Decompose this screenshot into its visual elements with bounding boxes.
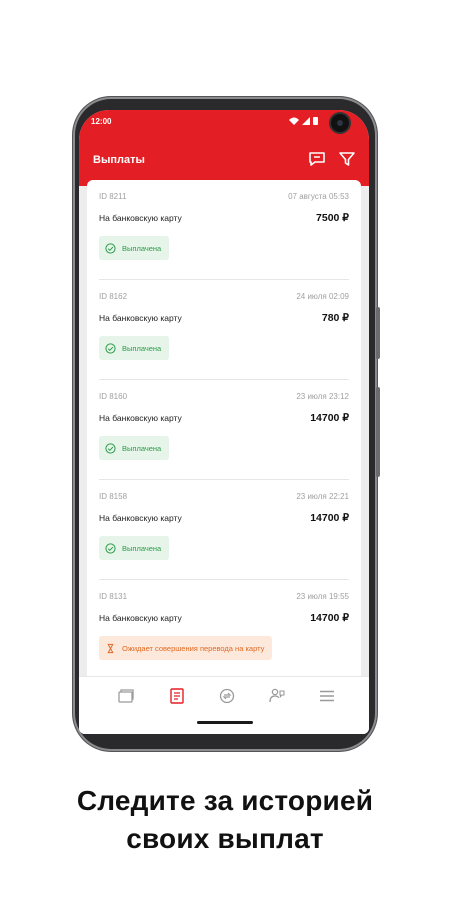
payout-type: На банковскую карту [99, 413, 182, 423]
status-badge: Выплачена [99, 236, 170, 260]
payout-amount: 14700 ₽ [310, 612, 349, 624]
payout-card[interactable]: ID 8158 23 июля 22:21 На банковскую карт… [87, 480, 361, 580]
menu-icon[interactable] [317, 686, 337, 706]
caption-line-1: Следите за историей [76, 785, 374, 816]
payout-type: На банковскую карту [99, 313, 182, 323]
status-text: Выплачена [122, 343, 162, 353]
payout-type: На банковскую карту [99, 513, 182, 523]
payout-type: На банковскую карту [99, 613, 182, 623]
payout-list: ID 8211 07 августа 05:53 На банковскую к… [87, 180, 361, 676]
battery-icon [313, 117, 318, 125]
payout-date: 23 июля 19:55 [296, 592, 349, 601]
payout-amount: 14700 ₽ [310, 512, 349, 524]
status-time: 12:00 [91, 117, 112, 126]
payout-card[interactable]: ID 8211 07 августа 05:53 На банковскую к… [87, 180, 361, 280]
payout-id: ID 8211 [99, 192, 127, 201]
phone-frame: 12:00 Выплаты ID 8211 07 августа 05:53 Н… [73, 97, 380, 751]
payout-id: ID 8160 [99, 392, 128, 401]
power-button [376, 307, 380, 359]
payout-card[interactable]: ID 8131 23 июля 19:55 На банковскую карт… [87, 580, 361, 676]
status-text: Ожидает совершения перевода на карту [122, 643, 265, 653]
check-circle-icon [105, 242, 116, 254]
status-text: Выплачена [122, 243, 162, 253]
payout-amount: 7500 ₽ [316, 212, 349, 224]
wallet-icon[interactable] [116, 686, 136, 706]
promo-caption: Следите за историей своих выплат [0, 782, 450, 858]
payout-type: На банковскую карту [99, 213, 182, 223]
phone-screen: 12:00 Выплаты ID 8211 07 августа 05:53 Н… [79, 110, 369, 734]
payout-id: ID 8162 [99, 292, 128, 301]
check-circle-icon [105, 542, 116, 554]
payout-date: 07 августа 05:53 [288, 192, 349, 201]
payout-amount: 14700 ₽ [310, 412, 349, 424]
volume-button [376, 387, 380, 477]
payout-card[interactable]: ID 8162 24 июля 02:09 На банковскую карт… [87, 280, 361, 380]
system-nav-bar [79, 714, 369, 734]
exchange-icon[interactable] [217, 686, 237, 706]
home-indicator[interactable] [197, 721, 253, 724]
front-camera [331, 114, 349, 132]
status-badge: Выплачена [99, 336, 170, 360]
payout-card[interactable]: ID 8160 23 июля 23:12 На банковскую карт… [87, 380, 361, 480]
bottom-tab-bar [79, 676, 369, 715]
chat-icon[interactable] [307, 149, 327, 169]
support-icon[interactable] [267, 686, 287, 706]
filter-icon[interactable] [337, 149, 357, 169]
status-text: Выплачена [122, 443, 162, 453]
status-icons [289, 117, 318, 125]
status-badge: Выплачена [99, 536, 170, 560]
status-badge: Выплачена [99, 436, 170, 460]
payout-id: ID 8131 [99, 592, 128, 601]
payout-amount: 780 ₽ [321, 312, 349, 324]
signal-icon [302, 117, 310, 125]
hourglass-icon [107, 643, 114, 653]
payout-id: ID 8158 [99, 492, 128, 501]
status-badge: Ожидает совершения перевода на карту [99, 636, 273, 660]
status-bar: 12:00 [79, 110, 369, 136]
payout-date: 24 июля 02:09 [296, 292, 349, 301]
payout-date: 23 июля 22:21 [296, 492, 349, 501]
check-circle-icon [105, 342, 116, 354]
payout-date: 23 июля 23:12 [296, 392, 349, 401]
status-text: Выплачена [122, 543, 162, 553]
wifi-icon [289, 117, 299, 125]
receipt-icon[interactable] [167, 686, 187, 706]
check-circle-icon [105, 442, 116, 454]
caption-line-2: своих выплат [126, 823, 324, 854]
page-title: Выплаты [93, 154, 145, 166]
